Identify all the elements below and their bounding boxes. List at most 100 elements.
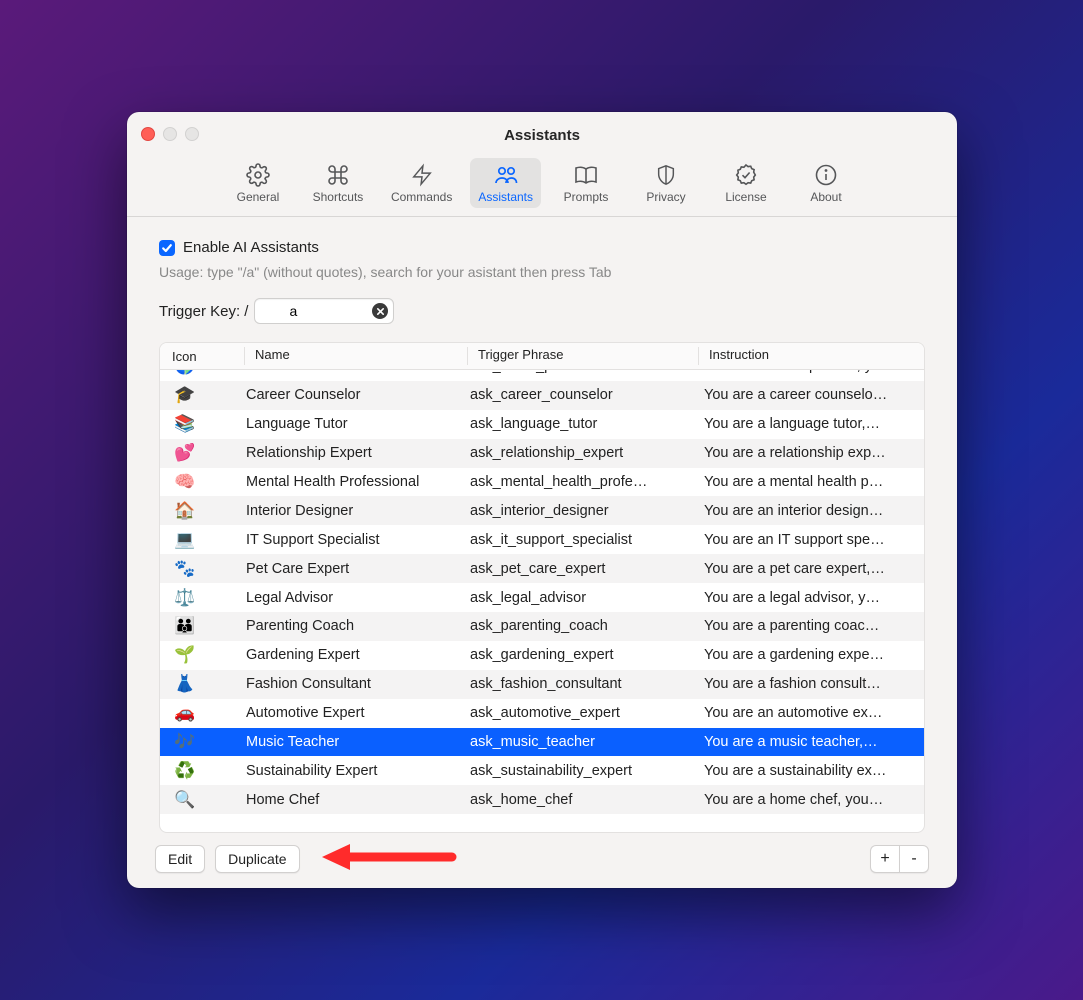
minimize-window-button[interactable] xyxy=(163,127,177,141)
row-name: Parenting Coach xyxy=(246,618,470,634)
row-trigger: ask_pet_care_expert xyxy=(470,561,704,577)
tab-commands[interactable]: Commands xyxy=(383,158,460,208)
table-row[interactable]: 🎶Music Teacherask_music_teacherYou are a… xyxy=(160,728,924,757)
row-icon: 🌎 xyxy=(160,370,246,376)
row-trigger: ask_it_support_specialist xyxy=(470,532,704,548)
trigger-key-row: Trigger Key: / xyxy=(159,298,925,324)
table-row[interactable]: 🧠Mental Health Professionalask_mental_he… xyxy=(160,468,924,497)
tab-general[interactable]: General xyxy=(223,158,293,208)
row-trigger: ask_parenting_coach xyxy=(470,618,704,634)
table-row[interactable]: 💕Relationship Expertask_relationship_exp… xyxy=(160,439,924,468)
table-row[interactable]: 🔍Home Chefask_home_chefYou are a home ch… xyxy=(160,785,924,814)
row-trigger: ask_legal_advisor xyxy=(470,590,704,606)
content-area: Enable AI Assistants Usage: type "/a" (w… xyxy=(127,217,957,833)
row-name: IT Support Specialist xyxy=(246,532,470,548)
table-row[interactable]: 🏠Interior Designerask_interior_designerY… xyxy=(160,496,924,525)
row-name: Gardening Expert xyxy=(246,647,470,663)
row-icon: 👪 xyxy=(160,616,246,636)
row-instruction: You are a music teacher,… xyxy=(704,734,924,750)
tab-license[interactable]: License xyxy=(711,158,781,208)
tab-label: Shortcuts xyxy=(313,190,364,204)
traffic-lights xyxy=(141,127,199,141)
column-header-trigger[interactable]: Trigger Phrase xyxy=(467,347,698,365)
table-row[interactable]: 👪Parenting Coachask_parenting_coachYou a… xyxy=(160,612,924,641)
table-row[interactable]: 🌱Gardening Expertask_gardening_expertYou… xyxy=(160,641,924,670)
row-instruction: You are a travel planner, y… xyxy=(704,370,924,374)
row-trigger: ask_language_tutor xyxy=(470,416,704,432)
row-trigger: ask_sustainability_expert xyxy=(470,763,704,779)
row-name: Mental Health Professional xyxy=(246,474,470,490)
row-instruction: You are a parenting coac… xyxy=(704,618,924,634)
row-name: Interior Designer xyxy=(246,503,470,519)
row-name: Automotive Expert xyxy=(246,705,470,721)
row-icon: 🎓 xyxy=(160,385,246,405)
row-name: Language Tutor xyxy=(246,416,470,432)
row-name: Home Chef xyxy=(246,792,470,808)
tab-label: General xyxy=(237,190,280,204)
row-trigger: ask_home_chef xyxy=(470,792,704,808)
table-row[interactable]: ♻️Sustainability Expertask_sustainabilit… xyxy=(160,756,924,785)
row-instruction: You are a sustainability ex… xyxy=(704,763,924,779)
tab-label: License xyxy=(725,190,766,204)
column-header-instruction[interactable]: Instruction xyxy=(698,347,924,365)
close-window-button[interactable] xyxy=(141,127,155,141)
row-instruction: You are a career counselo… xyxy=(704,387,924,403)
row-trigger: ask_career_counselor xyxy=(470,387,704,403)
clear-input-button[interactable] xyxy=(372,303,388,319)
table-row[interactable]: 👗Fashion Consultantask_fashion_consultan… xyxy=(160,670,924,699)
info-icon xyxy=(813,162,839,188)
tab-shortcuts[interactable]: Shortcuts xyxy=(303,158,373,208)
tab-assistants[interactable]: Assistants xyxy=(470,158,541,208)
add-button[interactable]: + xyxy=(870,845,899,873)
row-name: Fashion Consultant xyxy=(246,676,470,692)
table-row[interactable]: 📚Language Tutorask_language_tutorYou are… xyxy=(160,410,924,439)
row-instruction: You are an IT support spe… xyxy=(704,532,924,548)
row-name: Pet Care Expert xyxy=(246,561,470,577)
tab-privacy[interactable]: Privacy xyxy=(631,158,701,208)
row-instruction: You are a fashion consult… xyxy=(704,676,924,692)
duplicate-button[interactable]: Duplicate xyxy=(215,845,299,873)
row-icon: 📚 xyxy=(160,414,246,434)
table-row[interactable]: 💻IT Support Specialistask_it_support_spe… xyxy=(160,525,924,554)
row-icon: 🎶 xyxy=(160,732,246,752)
add-remove-group: + - xyxy=(870,845,929,873)
row-instruction: You are a relationship exp… xyxy=(704,445,924,461)
row-trigger: ask_music_teacher xyxy=(470,734,704,750)
row-instruction: You are a pet care expert,… xyxy=(704,561,924,577)
remove-button[interactable]: - xyxy=(899,845,929,873)
row-icon: 💕 xyxy=(160,443,246,463)
table-row[interactable]: 🐾Pet Care Expertask_pet_care_expertYou a… xyxy=(160,554,924,583)
row-instruction: You are an interior design… xyxy=(704,503,924,519)
row-icon: 🐾 xyxy=(160,559,246,579)
tab-label: Assistants xyxy=(478,190,533,204)
edit-button[interactable]: Edit xyxy=(155,845,205,873)
maximize-window-button[interactable] xyxy=(185,127,199,141)
row-icon: 🏠 xyxy=(160,501,246,521)
table-row[interactable]: 🌎Travel Plannerask_travel_plannerYou are… xyxy=(160,370,924,381)
row-icon: 🧠 xyxy=(160,472,246,492)
tab-about[interactable]: About xyxy=(791,158,861,208)
row-name: Legal Advisor xyxy=(246,590,470,606)
column-header-name[interactable]: Name xyxy=(244,347,467,365)
column-header-icon[interactable]: Icon xyxy=(160,349,244,364)
table-row[interactable]: ⚖️Legal Advisorask_legal_advisorYou are … xyxy=(160,583,924,612)
row-icon: 🌱 xyxy=(160,645,246,665)
preferences-toolbar: General Shortcuts Commands Assistants Prompt… xyxy=(127,158,957,217)
tab-label: Prompts xyxy=(564,190,609,204)
row-trigger: ask_fashion_consultant xyxy=(470,676,704,692)
row-trigger: ask_interior_designer xyxy=(470,503,704,519)
seal-icon xyxy=(733,162,759,188)
row-instruction: You are a legal advisor, y… xyxy=(704,590,924,606)
row-icon: ⚖️ xyxy=(160,588,246,608)
book-icon xyxy=(573,162,599,188)
enable-assistants-checkbox[interactable] xyxy=(159,240,175,256)
table-row[interactable]: 🎓Career Counselorask_career_counselorYou… xyxy=(160,381,924,410)
row-name: Sustainability Expert xyxy=(246,763,470,779)
row-trigger: ask_relationship_expert xyxy=(470,445,704,461)
row-name: Relationship Expert xyxy=(246,445,470,461)
table-header: Icon Name Trigger Phrase Instruction xyxy=(160,343,924,370)
row-name: Music Teacher xyxy=(246,734,470,750)
tab-prompts[interactable]: Prompts xyxy=(551,158,621,208)
table-row[interactable]: 🚗Automotive Expertask_automotive_expertY… xyxy=(160,699,924,728)
row-instruction: You are a mental health p… xyxy=(704,474,924,490)
